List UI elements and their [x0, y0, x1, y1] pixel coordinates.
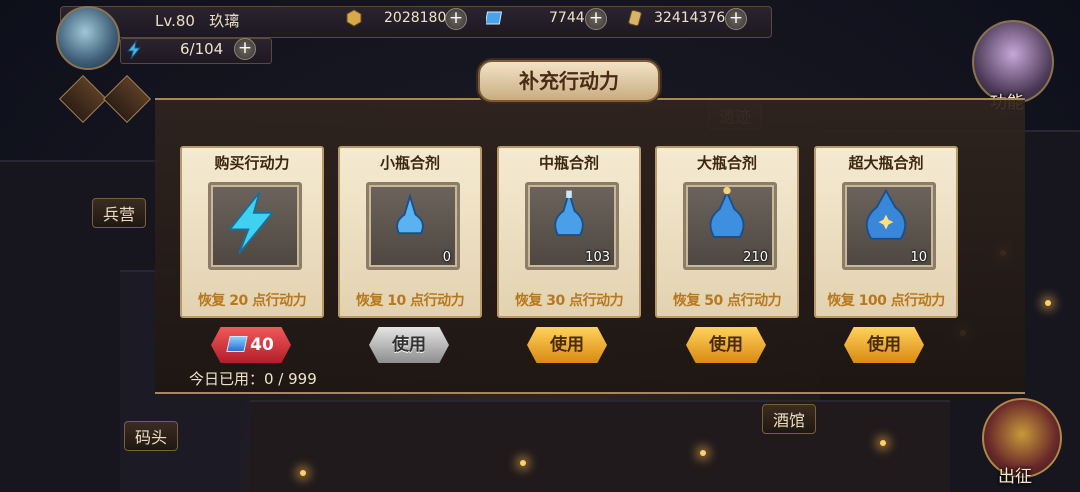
card-title: 购买行动力	[214, 154, 290, 172]
player-level-name: Lv.80 玖璃	[155, 10, 239, 31]
gem-icon	[486, 11, 503, 25]
item-count: 0	[442, 250, 451, 265]
card-title: 中瓶合剂	[538, 154, 599, 172]
buy-price: 40	[250, 335, 274, 355]
player-name: 玖璃	[209, 12, 240, 30]
item-slot: 210	[683, 182, 777, 270]
small-potion-icon	[396, 192, 424, 235]
item-count: 210	[743, 250, 768, 265]
gem-value: 7744	[549, 10, 585, 26]
map-label-barracks[interactable]: 兵营	[92, 198, 147, 228]
card-desc: 恢复 30 点行动力	[514, 293, 624, 309]
map-label-tavern[interactable]: 酒馆	[762, 404, 817, 434]
item-count: 10	[910, 250, 927, 265]
card-title: 小瓶合剂	[379, 154, 440, 172]
stamina-icon	[126, 40, 142, 60]
use-xl-potion-button[interactable]: 使用	[844, 327, 924, 363]
gem-icon	[226, 336, 248, 352]
coin-value: 2028180	[384, 10, 447, 26]
use-small-potion-button[interactable]: 使用	[369, 327, 449, 363]
item-slot: 10	[842, 182, 936, 270]
use-large-potion-button[interactable]: 使用	[686, 327, 766, 363]
lightning-icon	[227, 191, 275, 255]
item-slot	[208, 182, 302, 270]
card-title: 大瓶合剂	[696, 154, 757, 172]
card-desc: 恢复 50 点行动力	[672, 293, 782, 309]
item-slot: 0	[366, 182, 460, 270]
player-avatar[interactable]	[56, 6, 120, 70]
card-large-potion: 大瓶合剂 210 恢复 50 点行动力	[655, 146, 799, 318]
item-slot: 103	[525, 182, 619, 270]
card-desc: 恢复 10 点行动力	[355, 293, 465, 309]
depart-label: 出征	[998, 467, 1032, 487]
map-label-dock[interactable]: 码头	[124, 421, 179, 451]
player-level: Lv.80	[155, 12, 195, 30]
card-buy-stamina: 购买行动力 恢复 20 点行动力	[180, 146, 324, 318]
coin-icon	[346, 9, 362, 27]
card-small-potion: 小瓶合剂 0 恢复 10 点行动力	[338, 146, 482, 318]
card-title: 超大瓶合剂	[848, 154, 924, 172]
use-medium-potion-button[interactable]: 使用	[527, 327, 607, 363]
card-desc: 恢复 20 点行动力	[197, 293, 307, 309]
item-count: 103	[585, 250, 610, 265]
daily-used-counter: 今日已用：0 / 999	[189, 370, 317, 388]
scroll-value: 32414376	[654, 10, 726, 26]
card-medium-potion: 中瓶合剂 103 恢复 30 点行动力	[497, 146, 641, 318]
add-scroll-button[interactable]: +	[725, 8, 747, 30]
add-gem-button[interactable]: +	[585, 8, 607, 30]
buy-stamina-button[interactable]: 40	[211, 327, 291, 363]
add-coin-button[interactable]: +	[445, 8, 467, 30]
scroll-icon	[628, 9, 642, 27]
add-stamina-button[interactable]: +	[234, 38, 256, 60]
card-desc: 恢复 100 点行动力	[827, 293, 945, 309]
card-xl-potion: 超大瓶合剂 10 恢复 100 点行动力	[814, 146, 958, 318]
dialog-title: 补充行动力	[478, 60, 660, 102]
stamina-value: 6/104	[180, 40, 224, 58]
